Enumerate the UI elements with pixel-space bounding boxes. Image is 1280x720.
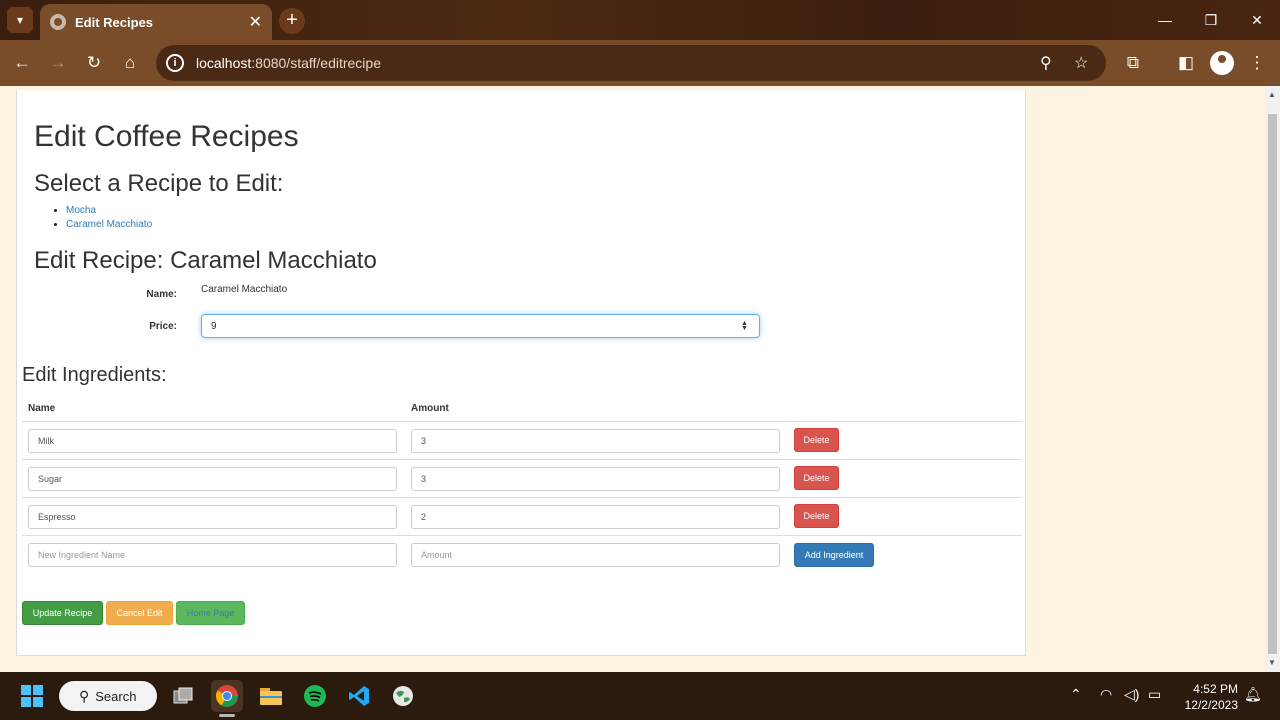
page-scrollbar[interactable]: ▲ ▼ xyxy=(1265,86,1280,672)
ingredient-name-input[interactable] xyxy=(28,505,397,529)
taskbar-search-label: Search xyxy=(95,688,137,704)
name-value: Caramel Macchiato xyxy=(201,284,288,295)
browser-tab[interactable]: Edit Recipes ✕ xyxy=(40,4,272,40)
clock-time: 4:52 PM xyxy=(1193,682,1238,696)
tab-search-button[interactable]: ▾ xyxy=(7,7,33,33)
file-explorer-icon[interactable] xyxy=(255,680,287,712)
delete-ingredient-button[interactable]: Delete xyxy=(794,428,839,452)
list-item: Caramel Macchiato xyxy=(66,219,152,233)
extensions-icon[interactable]: ⧉ xyxy=(1120,50,1146,76)
column-header-name: Name xyxy=(28,403,56,414)
delete-ingredient-button[interactable]: Delete xyxy=(794,504,839,528)
row-divider xyxy=(22,497,1022,498)
bookmark-star-icon[interactable]: ☆ xyxy=(1074,53,1088,73)
content-panel: Edit Coffee Recipes Select a Recipe to E… xyxy=(16,90,1026,656)
info-icon[interactable]: i xyxy=(166,54,184,72)
tab-strip: ▾ Edit Recipes ✕ + — ❐ ✕ xyxy=(0,0,1280,40)
search-icon: ⚲ xyxy=(79,687,90,704)
page-title: Edit Coffee Recipes xyxy=(34,120,299,153)
select-recipe-heading: Select a Recipe to Edit: xyxy=(34,170,284,197)
globe-app-icon[interactable] xyxy=(387,680,419,712)
home-page-button[interactable]: Home Page xyxy=(176,601,245,625)
menu-kebab-icon[interactable]: ⋮ xyxy=(1244,50,1270,76)
new-ingredient-amount-input[interactable] xyxy=(411,543,780,567)
home-icon[interactable]: ⌂ xyxy=(117,50,143,76)
forward-arrow-icon[interactable]: → xyxy=(45,50,71,76)
number-stepper-icon[interactable]: ▲ ▼ xyxy=(741,320,748,332)
new-tab-button[interactable]: + xyxy=(279,8,305,34)
windows-start-icon[interactable] xyxy=(16,680,48,712)
zoom-icon[interactable]: ⚲ xyxy=(1040,53,1052,73)
browser-toolbar: ← → ↻ ⌂ i localhost:8080/staff/editrecip… xyxy=(0,40,1280,86)
vscode-icon[interactable] xyxy=(343,680,375,712)
list-item: Mocha xyxy=(66,205,152,219)
scroll-up-icon[interactable]: ▲ xyxy=(1268,90,1276,99)
clock[interactable]: 4:52 PM 12/2/2023 xyxy=(1178,681,1238,713)
cancel-edit-button[interactable]: Cancel Edit xyxy=(106,601,173,625)
taskbar-search[interactable]: ⚲ Search xyxy=(59,681,157,711)
clock-date: 12/2/2023 xyxy=(1184,698,1238,712)
ingredient-amount-input[interactable] xyxy=(411,429,780,453)
row-divider xyxy=(22,459,1022,460)
update-recipe-button[interactable]: Update Recipe xyxy=(22,601,103,625)
add-ingredient-button[interactable]: Add Ingredient xyxy=(794,543,874,567)
back-arrow-icon[interactable]: ← xyxy=(9,50,35,76)
new-ingredient-name-input[interactable] xyxy=(28,543,397,567)
ingredient-amount-input[interactable] xyxy=(411,505,780,529)
ingredient-name-input[interactable] xyxy=(28,429,397,453)
globe-icon xyxy=(50,14,66,30)
reload-icon[interactable]: ↻ xyxy=(81,50,107,76)
edit-ingredients-heading: Edit Ingredients: xyxy=(22,364,167,386)
scroll-down-icon[interactable]: ▼ xyxy=(1268,658,1276,667)
column-header-amount: Amount xyxy=(411,403,449,414)
wifi-icon[interactable]: ◠ xyxy=(1100,686,1112,703)
recipe-link-caramel-macchiato[interactable]: Caramel Macchiato xyxy=(66,219,152,230)
chrome-taskbar-icon[interactable] xyxy=(211,680,243,712)
row-divider xyxy=(22,421,1022,422)
price-input[interactable] xyxy=(201,314,760,338)
price-label: Price: xyxy=(149,321,177,332)
side-panel-icon[interactable]: ◧ xyxy=(1173,50,1199,76)
row-divider xyxy=(22,535,1022,536)
restore-button[interactable]: ❐ xyxy=(1188,0,1234,40)
edit-recipe-heading: Edit Recipe: Caramel Macchiato xyxy=(34,247,377,274)
task-view-icon[interactable] xyxy=(167,680,199,712)
scroll-thumb[interactable] xyxy=(1268,114,1277,654)
close-window-button[interactable]: ✕ xyxy=(1234,0,1280,40)
ingredient-name-input[interactable] xyxy=(28,467,397,491)
name-label: Name: xyxy=(146,289,177,300)
chevron-down-icon: ▾ xyxy=(16,13,24,27)
battery-icon[interactable]: ▭ xyxy=(1148,686,1161,703)
minimize-button[interactable]: — xyxy=(1142,0,1188,40)
delete-ingredient-button[interactable]: Delete xyxy=(794,466,839,490)
chevron-up-icon[interactable]: ⌃ xyxy=(1070,686,1082,703)
tab-close-icon[interactable]: ✕ xyxy=(249,12,262,32)
active-app-indicator xyxy=(219,714,235,717)
recipe-list: Mocha Caramel Macchiato xyxy=(66,205,152,233)
url-text: localhost:8080/staff/editrecipe xyxy=(196,55,381,71)
notification-bell-icon[interactable]: 🔔︎ xyxy=(1244,686,1262,703)
tab-title: Edit Recipes xyxy=(75,14,154,30)
profile-avatar[interactable] xyxy=(1210,51,1234,75)
taskbar: ⚲ Search ⌃ ◠ ◁) ▭ 4:52 PM 12/2/2023 🔔︎ xyxy=(0,672,1280,720)
ingredient-amount-input[interactable] xyxy=(411,467,780,491)
volume-icon[interactable]: ◁) xyxy=(1124,686,1139,703)
address-bar[interactable]: i localhost:8080/staff/editrecipe ⚲ ☆ xyxy=(156,45,1106,81)
spotify-icon[interactable] xyxy=(299,680,331,712)
recipe-link-mocha[interactable]: Mocha xyxy=(66,205,96,216)
